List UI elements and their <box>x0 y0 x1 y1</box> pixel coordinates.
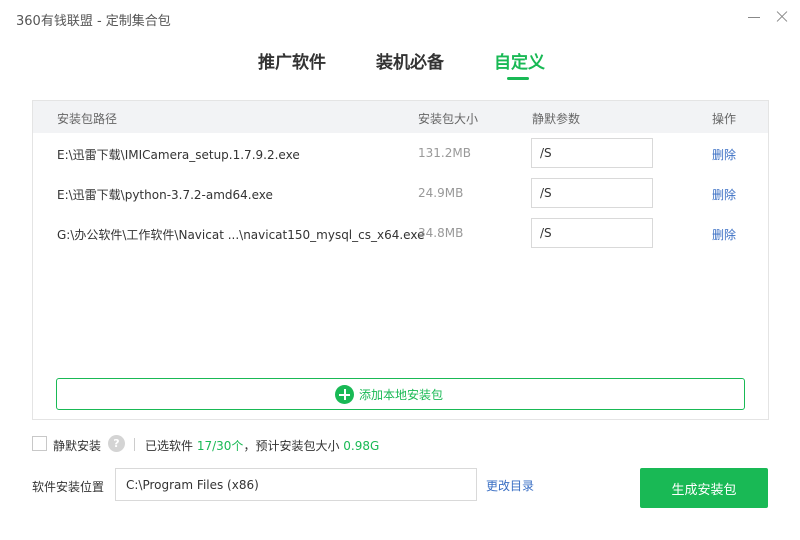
header-op: 操作 <box>712 112 737 126</box>
silent-param-input[interactable] <box>531 218 653 248</box>
divider <box>134 438 135 451</box>
minimize-icon[interactable] <box>742 6 766 28</box>
package-size: 131.2MB <box>418 146 471 160</box>
package-path: E:\迅雷下载\IMICamera_setup.1.7.9.2.exe <box>57 148 300 162</box>
total-size: 0.98G <box>343 439 380 453</box>
selected-count: 17/30个 <box>196 439 244 453</box>
package-path: E:\迅雷下载\python-3.7.2-amd64.exe <box>57 188 273 202</box>
package-list-panel: 安装包路径 安装包大小 静默参数 操作 E:\迅雷下载\IMICamera_se… <box>32 100 769 420</box>
close-icon[interactable] <box>770 6 794 28</box>
delete-link[interactable]: 删除 <box>712 146 736 163</box>
table-row: E:\迅雷下载\IMICamera_setup.1.7.9.2.exe 131.… <box>33 133 768 173</box>
delete-link[interactable]: 删除 <box>712 186 736 203</box>
delete-link[interactable]: 删除 <box>712 226 736 243</box>
header-path: 安装包路径 <box>57 112 118 126</box>
tab-custom[interactable]: 自定义 <box>494 48 545 73</box>
table-header: 安装包路径 安装包大小 静默参数 操作 <box>33 101 768 133</box>
table-row: G:\办公软件\工作软件\Navicat ...\navicat150_mysq… <box>33 213 768 253</box>
help-icon[interactable]: ? <box>108 435 125 452</box>
add-button-label: 添加本地安装包 <box>359 388 444 402</box>
install-location-label: 软件安装位置 <box>32 480 105 494</box>
add-button-content: 添加本地安装包 <box>335 385 443 404</box>
table-row: E:\迅雷下载\python-3.7.2-amd64.exe 24.9MB 删除 <box>33 173 768 213</box>
package-size: 34.8MB <box>418 226 464 240</box>
package-path: G:\办公软件\工作软件\Navicat ...\navicat150_mysq… <box>57 228 425 242</box>
tab-bar: 推广软件 装机必备 自定义 <box>0 48 800 84</box>
header-param: 静默参数 <box>532 112 581 126</box>
header-size: 安装包大小 <box>418 112 479 126</box>
window-title: 360有钱联盟 - 定制集合包 <box>16 14 171 29</box>
silent-param-input[interactable] <box>531 138 653 168</box>
plus-circle-icon <box>335 385 354 404</box>
install-location-input[interactable] <box>115 468 477 501</box>
tab-promoted-software[interactable]: 推广软件 <box>258 48 326 73</box>
tab-essentials[interactable]: 装机必备 <box>376 48 444 73</box>
silent-param-input[interactable] <box>531 178 653 208</box>
generate-package-button[interactable]: 生成安装包 <box>640 468 768 508</box>
summary-prefix: 已选软件 <box>145 439 194 453</box>
silent-install-checkbox[interactable] <box>32 436 47 451</box>
selection-summary: 已选软件 17/30个，预计安装包大小 0.98G <box>145 437 379 454</box>
title-bar: 360有钱联盟 - 定制集合包 <box>0 0 800 36</box>
silent-install-label[interactable]: 静默安装 <box>53 437 101 454</box>
active-tab-indicator <box>507 77 529 80</box>
package-size: 24.9MB <box>418 186 464 200</box>
summary-middle: ，预计安装包大小 <box>243 439 340 453</box>
change-directory-link[interactable]: 更改目录 <box>486 477 534 494</box>
add-local-package-button[interactable]: 添加本地安装包 <box>56 378 745 410</box>
